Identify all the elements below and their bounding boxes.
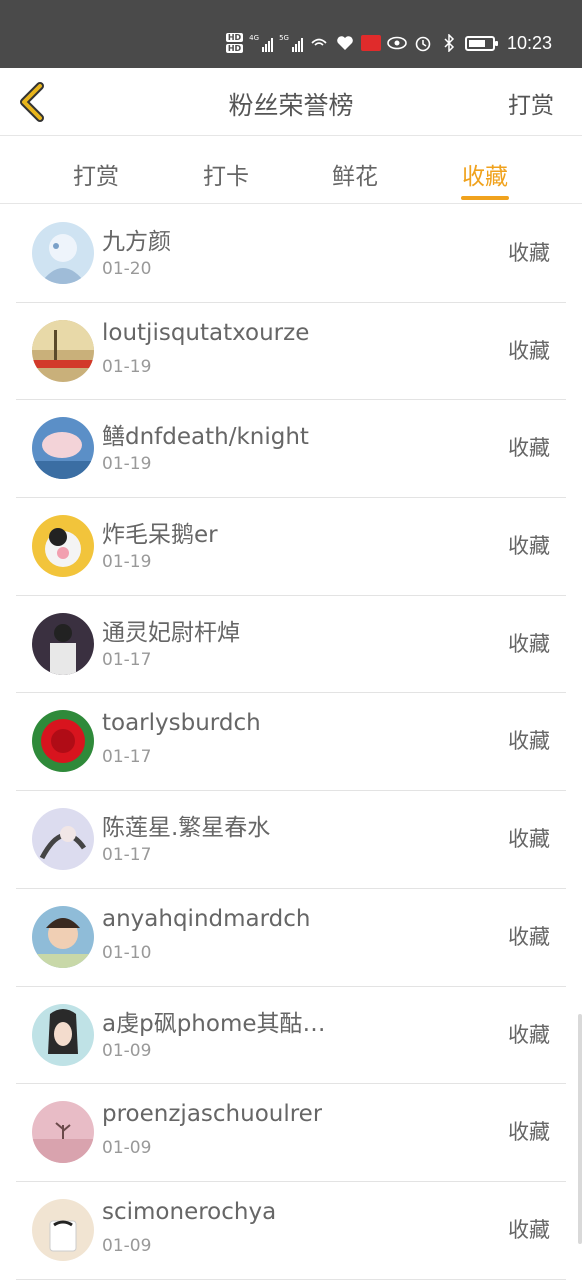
header-bar: 粉丝荣誉榜 打赏 xyxy=(0,68,582,136)
reward-button[interactable]: 打赏 xyxy=(508,86,554,120)
date: 01-19 xyxy=(102,356,152,377)
avatar xyxy=(32,319,94,382)
active-tab-indicator xyxy=(461,196,509,200)
app-badge-icon xyxy=(360,35,381,51)
favorite-label: 收藏 xyxy=(508,241,550,265)
list-item[interactable]: scimonerochya 01-09 收藏 xyxy=(16,1182,566,1280)
date: 01-09 xyxy=(102,1235,152,1256)
heart-icon xyxy=(335,33,355,53)
user-name: 陈莲星.繁星春水 xyxy=(102,815,271,842)
list-item[interactable]: toarlysburdch 01-17 收藏 xyxy=(16,693,566,792)
list-item[interactable]: proenzjaschuoulrer 01-09 收藏 xyxy=(16,1084,566,1182)
favorite-label: 收藏 xyxy=(508,924,550,949)
list-item[interactable]: 炸毛呆鹅er 01-19 收藏 xyxy=(16,498,566,596)
avatar xyxy=(32,905,94,968)
avatar xyxy=(32,612,94,675)
date: 01-09 xyxy=(102,1040,152,1061)
favorite-label: 收藏 xyxy=(508,534,550,559)
user-name: proenzjaschuoulrer xyxy=(102,1101,323,1128)
avatar xyxy=(32,710,94,773)
status-icons: HD HD 4G 5G 10:23 xyxy=(225,28,552,58)
alarm-icon xyxy=(413,33,433,53)
user-name: 鳝dnfdeath/knight xyxy=(102,424,309,451)
list-item[interactable]: 九方颜 01-20 收藏 xyxy=(16,205,566,303)
favorite-label: 收藏 xyxy=(508,631,550,656)
battery-icon xyxy=(464,35,498,51)
avatar xyxy=(32,1003,94,1066)
list-item[interactable]: a虔p砜phome其酤… 01-09 收藏 xyxy=(16,987,566,1085)
avatar xyxy=(32,1101,94,1164)
date: 01-20 xyxy=(102,259,152,279)
list-item[interactable]: 鳝dnfdeath/knight 01-19 收藏 xyxy=(16,400,566,499)
tab-favorites[interactable]: 收藏 xyxy=(445,137,525,204)
favorite-label: 收藏 xyxy=(508,729,550,754)
favorite-label: 收藏 xyxy=(508,436,550,461)
page-title: 粉丝荣誉榜 xyxy=(228,91,354,120)
hotspot-icon xyxy=(309,33,329,53)
user-name: 通灵妃尉杆焯 xyxy=(102,619,240,646)
user-name: 九方颜 xyxy=(102,229,171,255)
tab-reward[interactable]: 打赏 xyxy=(56,137,136,204)
list-item[interactable]: anyahqindmardch 01-10 收藏 xyxy=(16,889,566,987)
signal-icon: 4G xyxy=(249,34,274,52)
tab-checkin[interactable]: 打卡 xyxy=(186,137,266,204)
signal-icon-2: 5G xyxy=(279,34,303,52)
bluetooth-icon xyxy=(439,33,459,53)
list-item[interactable]: loutjisqutatxourze 01-19 收藏 xyxy=(16,303,566,401)
avatar xyxy=(32,417,94,480)
clock: 10:23 xyxy=(506,32,552,53)
avatar xyxy=(32,1198,94,1261)
tab-bar: 打赏 打卡 鲜花 收藏 xyxy=(0,137,582,204)
user-name: anyahqindmardch xyxy=(102,905,311,932)
avatar xyxy=(32,222,94,284)
scrollbar[interactable] xyxy=(578,1014,582,1244)
user-name: toarlysburdch xyxy=(102,710,261,737)
favorite-label: 收藏 xyxy=(508,338,550,363)
eye-icon xyxy=(387,33,407,53)
hd-icon: HD HD xyxy=(225,33,244,53)
favorite-label: 收藏 xyxy=(508,1120,550,1145)
date: 01-19 xyxy=(102,552,152,573)
avatar xyxy=(32,515,94,578)
date: 01-17 xyxy=(102,845,152,866)
date: 01-17 xyxy=(102,747,152,768)
date: 01-10 xyxy=(102,942,152,963)
favorite-label: 收藏 xyxy=(508,827,550,852)
user-name: loutjisqutatxourze xyxy=(102,319,310,346)
list-item[interactable]: 陈莲星.繁星春水 01-17 收藏 xyxy=(16,791,566,889)
fan-list: 九方颜 01-20 收藏 loutjisqutatxourze 01-19 收藏… xyxy=(16,205,566,1280)
user-name: 炸毛呆鹅er xyxy=(102,522,218,549)
avatar xyxy=(32,808,94,871)
list-item[interactable]: 通灵妃尉杆焯 01-17 收藏 xyxy=(16,596,566,694)
user-name: scimonerochya xyxy=(102,1198,277,1225)
favorite-label: 收藏 xyxy=(508,1022,550,1047)
date: 01-19 xyxy=(102,454,152,475)
date: 01-17 xyxy=(102,649,152,670)
favorite-label: 收藏 xyxy=(508,1217,550,1242)
status-bar: HD HD 4G 5G 10:23 xyxy=(0,0,582,68)
tab-flowers[interactable]: 鲜花 xyxy=(315,137,395,204)
date: 01-09 xyxy=(102,1138,152,1159)
user-name: a虔p砜phome其酤… xyxy=(102,1010,326,1037)
